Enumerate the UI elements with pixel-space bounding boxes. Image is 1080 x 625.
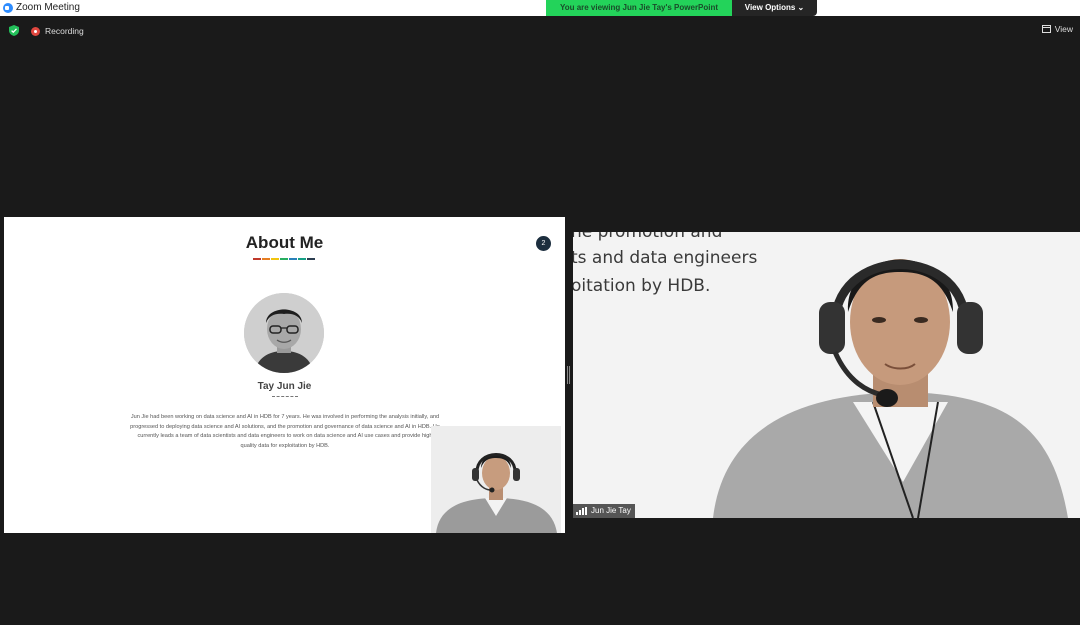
screen-share-banner: You are viewing Jun Jie Tay's PowerPoint… xyxy=(546,0,817,16)
slide-page-badge: 2 xyxy=(536,236,551,251)
accent-swatch xyxy=(289,258,297,260)
profile-photo xyxy=(244,293,324,373)
signal-icon xyxy=(576,507,587,515)
window-title: Zoom Meeting xyxy=(16,2,80,13)
view-label: View xyxy=(1054,24,1073,34)
accent-swatch xyxy=(307,258,315,260)
profile-bio: Jun Jie had been working on data science… xyxy=(130,414,440,449)
split-view-divider-handle[interactable] xyxy=(567,366,570,384)
view-button[interactable]: View xyxy=(1041,24,1073,34)
recording-indicator[interactable]: Recording xyxy=(31,24,84,38)
window-titlebar: Zoom Meeting xyxy=(0,0,1080,16)
name-underline xyxy=(272,396,298,397)
participant-video-feed xyxy=(713,259,1068,518)
accent-swatch xyxy=(280,258,288,260)
accent-swatch xyxy=(271,258,279,260)
recording-label: Recording xyxy=(45,26,84,36)
presenter-thumbnail xyxy=(431,426,561,533)
profile-name: Tay Jun Jie xyxy=(257,381,312,392)
shared-slide: About Me 2 Tay Jun Jie Jun Jie had been … xyxy=(4,217,565,533)
record-icon xyxy=(31,26,40,36)
viewing-share-label: You are viewing Jun Jie Tay's PowerPoint xyxy=(546,0,732,16)
zoom-app-icon xyxy=(3,3,13,13)
accent-swatch xyxy=(253,258,261,260)
participant-video-tile[interactable]: he promotion and ts and data engineers o… xyxy=(573,232,1080,518)
view-options-button[interactable]: View Options ⌄ xyxy=(732,0,817,16)
slide-accent-bar xyxy=(253,258,316,260)
accent-swatch xyxy=(298,258,306,260)
slide-title: About Me xyxy=(245,233,324,252)
participant-name-tag: Jun Jie Tay xyxy=(573,504,635,518)
shield-icon[interactable] xyxy=(9,25,19,36)
participant-name: Jun Jie Tay xyxy=(591,506,631,515)
grid-view-icon xyxy=(1041,25,1051,33)
accent-swatch xyxy=(262,258,270,260)
